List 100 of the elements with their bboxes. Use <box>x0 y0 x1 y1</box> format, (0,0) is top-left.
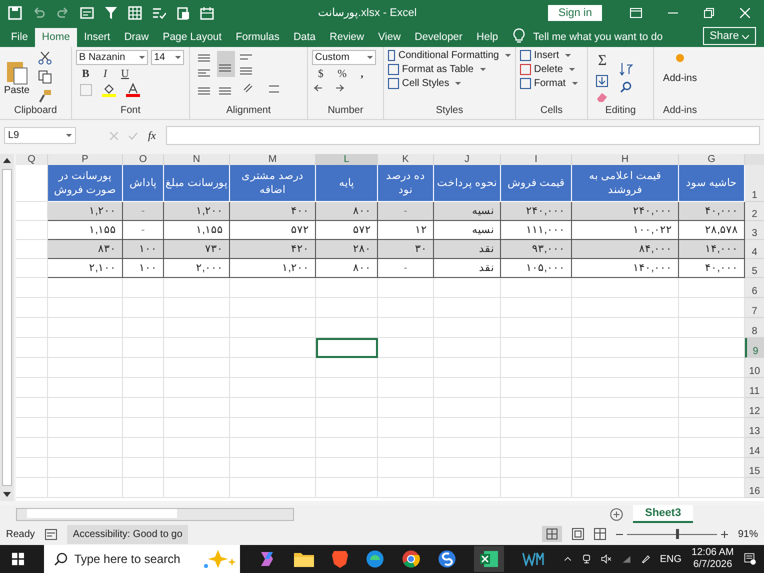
row-header[interactable]: 6 <box>745 278 764 298</box>
row-header[interactable]: 12 <box>745 398 764 418</box>
shield-icon[interactable] <box>332 550 348 568</box>
restore-icon[interactable] <box>704 8 714 18</box>
paste-button[interactable]: Paste <box>4 58 30 96</box>
wifi-icon[interactable] <box>622 554 631 564</box>
add-ins-button[interactable]: Add-ins <box>663 50 697 105</box>
format-painter-icon[interactable] <box>38 89 52 104</box>
spreadsheet-app-icon[interactable] <box>474 546 504 572</box>
ribbon-tab[interactable]: Review <box>322 28 372 47</box>
number-format-field[interactable]: Custom <box>312 50 376 65</box>
minimize-icon[interactable] <box>668 12 678 14</box>
copy-icon[interactable] <box>38 70 52 84</box>
cut-icon[interactable] <box>38 51 52 66</box>
taskbar-search-box[interactable]: Type here to search <box>44 545 240 573</box>
zoom-level[interactable]: 91% <box>738 528 758 540</box>
row-header[interactable]: 11 <box>745 378 764 398</box>
sign-in-button[interactable]: Sign in <box>548 4 602 21</box>
checklist-icon[interactable] <box>152 6 166 20</box>
ribbon-tab[interactable]: Page Layout <box>156 28 229 47</box>
close-icon[interactable] <box>740 8 750 18</box>
formula-field[interactable] <box>166 126 760 146</box>
ribbon-tab[interactable]: Insert <box>76 28 118 47</box>
ribbon-tab[interactable]: File <box>4 28 35 47</box>
pen-icon[interactable] <box>640 553 650 565</box>
search-icon[interactable] <box>620 80 632 93</box>
ribbon-tab[interactable]: Formulas <box>228 28 286 47</box>
row-header[interactable]: 16 <box>745 478 764 498</box>
notification-icon[interactable] <box>744 551 756 567</box>
macro-icon[interactable] <box>44 528 57 540</box>
zoom-in-icon[interactable] <box>720 530 728 538</box>
cell-styles-button[interactable]: Cell Styles <box>388 78 511 89</box>
vertical-scrollbar[interactable] <box>0 154 14 502</box>
italic-button[interactable]: I <box>101 68 110 80</box>
row-header[interactable]: 1 <box>745 164 764 202</box>
filter-icon[interactable] <box>104 6 118 20</box>
format-as-table-button[interactable]: Format as Table <box>388 64 511 75</box>
normal-view-icon[interactable] <box>542 526 562 542</box>
fill-down-icon[interactable] <box>596 74 608 87</box>
horizontal-scrollbar[interactable] <box>16 508 294 521</box>
font-name-field[interactable]: B Nazanin <box>76 50 148 65</box>
language-indicator[interactable]: ENG <box>660 554 682 564</box>
row-header[interactable]: 14 <box>745 438 764 458</box>
ribbon-display-icon[interactable] <box>630 8 642 18</box>
font-color-icon[interactable] <box>126 82 140 97</box>
browser-icon[interactable] <box>366 550 384 568</box>
row-header[interactable]: 3 <box>745 220 764 240</box>
row-header[interactable]: 9 <box>745 338 764 358</box>
row-header[interactable]: 2 <box>745 202 764 221</box>
table-icon[interactable] <box>128 6 142 20</box>
clock-time[interactable]: 12:06 AM <box>692 547 734 559</box>
page-break-view-icon[interactable] <box>594 528 606 540</box>
ribbon-tab[interactable]: Developer <box>408 28 470 47</box>
font-size-field[interactable]: 14 <box>151 50 184 65</box>
windows-start-icon[interactable] <box>12 551 24 567</box>
sheet-tab[interactable]: Sheet3 <box>633 505 694 524</box>
app-icon[interactable] <box>438 550 456 568</box>
accessibility-status[interactable]: Accessibility: Good to go <box>66 524 188 544</box>
clock-date[interactable]: 6/7/2026 <box>693 559 732 571</box>
insert-cells-button[interactable]: Insert <box>520 50 583 61</box>
fill-color-icon[interactable] <box>102 82 116 97</box>
format-cells-button[interactable]: Format <box>520 78 583 89</box>
row-header[interactable]: 13 <box>745 418 764 438</box>
row-header[interactable]: 5 <box>745 258 764 278</box>
redo-icon[interactable] <box>56 6 70 19</box>
bold-button[interactable]: B <box>80 68 92 80</box>
new-sheet-icon[interactable] <box>610 508 623 521</box>
delete-cells-button[interactable]: Delete <box>520 64 583 75</box>
chrome-icon[interactable] <box>402 550 420 568</box>
ribbon-tab[interactable]: Help <box>470 28 506 47</box>
row-header[interactable]: 10 <box>745 358 764 378</box>
name-box[interactable]: L9 <box>4 127 76 144</box>
comma-button[interactable]: , <box>358 68 366 80</box>
row-header[interactable]: 7 <box>745 298 764 318</box>
row-header[interactable]: 15 <box>745 458 764 478</box>
currency-button[interactable]: $ <box>316 68 326 80</box>
camera-icon[interactable] <box>582 553 591 565</box>
muted-speaker-icon[interactable] <box>600 553 612 565</box>
percent-button[interactable]: % <box>336 68 349 80</box>
form-icon[interactable] <box>80 6 94 19</box>
selected-cell[interactable] <box>316 338 378 358</box>
column-header[interactable]: L <box>316 154 378 167</box>
scroll-down-icon[interactable] <box>3 492 11 498</box>
underline-button[interactable]: U <box>119 68 131 80</box>
save-icon[interactable] <box>8 6 22 20</box>
share-button[interactable]: Share <box>702 26 756 45</box>
row-header[interactable]: 4 <box>745 240 764 259</box>
chevron-up-icon[interactable] <box>564 556 572 562</box>
sort-filter-icon[interactable] <box>618 62 633 76</box>
conditional-formatting-button[interactable]: Conditional Formatting <box>388 50 511 61</box>
wave-logo-icon[interactable] <box>522 552 544 566</box>
scroll-up-icon[interactable] <box>3 158 11 163</box>
ribbon-tab[interactable]: Data <box>286 28 323 47</box>
zoom-slider[interactable] <box>616 530 728 538</box>
borders-icon[interactable] <box>80 84 92 96</box>
ribbon-tab[interactable]: Draw <box>117 28 156 47</box>
calendar-icon[interactable] <box>200 6 214 20</box>
paste-values-icon[interactable] <box>176 6 190 20</box>
row-header[interactable]: 8 <box>745 318 764 338</box>
ribbon-tab[interactable]: View <box>371 28 408 47</box>
